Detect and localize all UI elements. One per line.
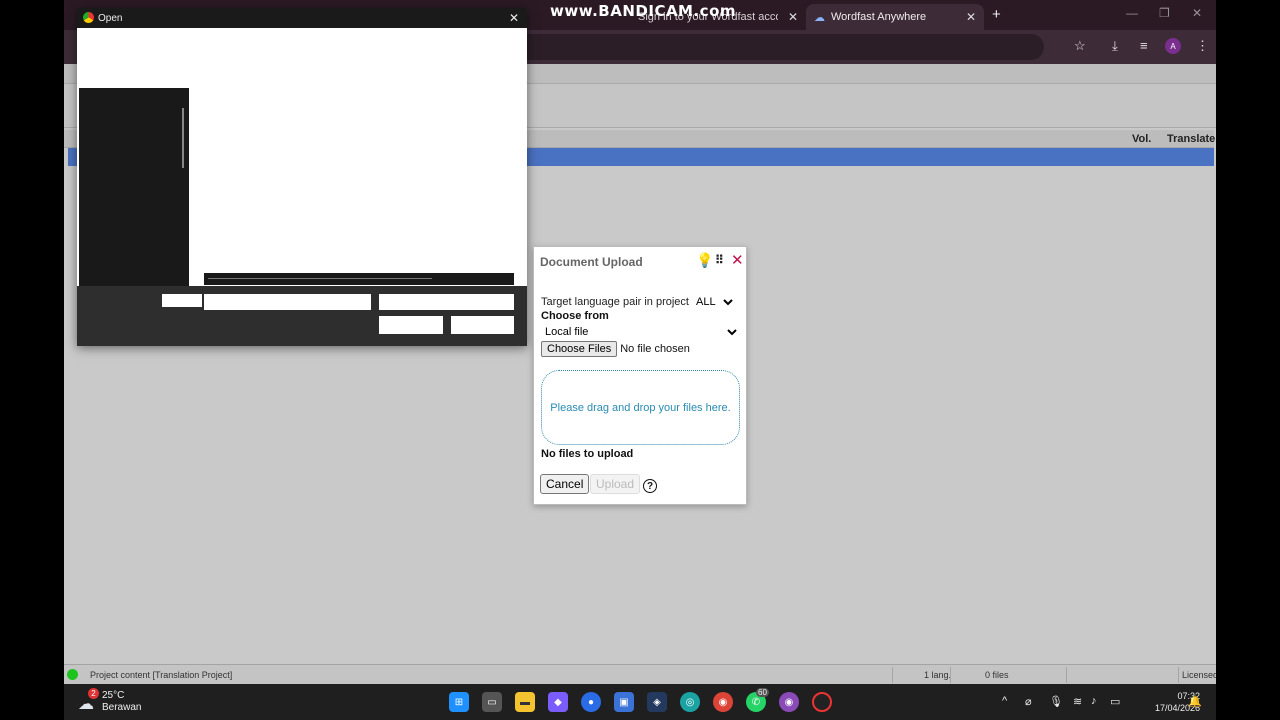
no-file-chosen-text: No file chosen [620, 343, 690, 355]
edge-icon[interactable]: ◎ [680, 692, 700, 712]
start-windows-icon[interactable]: ⊞ [449, 692, 469, 712]
dialog-title: Document Upload [540, 255, 643, 269]
status-files: 0 files [985, 670, 1009, 680]
help-icon[interactable]: ? [643, 479, 657, 493]
windows-taskbar: ☁ 2 25°C Berawan ⊞ ▭ ▬ ◆ ● ▣ ◈ ◎ ◉ ✆ 60 … [64, 684, 1216, 720]
status-project: Project content [Translation Project] [90, 670, 233, 680]
choose-from-label: Choose from [541, 310, 609, 322]
nav-scrollbar[interactable] [182, 108, 184, 168]
drop-zone[interactable]: Please drag and drop your files here. [541, 370, 740, 445]
target-language-row: Target language pair in project ALL [541, 295, 737, 309]
zoom-icon[interactable]: ● [581, 692, 601, 712]
microphone-icon[interactable]: 🎙 [1049, 695, 1063, 708]
tray-chevron-icon[interactable]: ^ [1002, 695, 1007, 707]
address-bar[interactable] [504, 34, 1044, 60]
drag-grip-icon[interactable]: ⠿ [715, 253, 724, 267]
download-icon[interactable]: ⤓ [1112, 38, 1118, 54]
status-langs: 1 lang. [924, 670, 952, 680]
cancel-button[interactable] [451, 316, 514, 334]
open-dialog-hscroll[interactable] [204, 273, 514, 285]
upload-button[interactable]: Upload [590, 474, 641, 494]
no-files-text: No files to upload [541, 448, 634, 460]
whatsapp-badge: 60 [756, 688, 769, 697]
column-translate[interactable]: Translate [1167, 133, 1215, 145]
close-icon[interactable]: ✕ [788, 10, 798, 24]
weather-widget[interactable]: 25°C Berawan [102, 690, 141, 714]
bookmark-star-icon[interactable]: ☆ [1074, 38, 1086, 54]
filename-input[interactable] [204, 294, 371, 310]
tray-app-icon[interactable]: ⌀ [1025, 695, 1032, 708]
menu-kebab-icon[interactable]: ⋮ [1196, 38, 1209, 54]
bandicam-watermark: www.BANDICAM.com [550, 2, 737, 20]
app-icon[interactable]: ◈ [647, 692, 667, 712]
close-icon[interactable]: ✕ [509, 11, 519, 25]
file-type-select[interactable] [379, 294, 514, 310]
bandicam-record-icon[interactable] [812, 692, 832, 712]
weather-temperature: 25°C [102, 690, 125, 701]
scroll-thumb[interactable] [208, 278, 432, 279]
target-language-select[interactable]: ALL [692, 295, 737, 309]
divider [1066, 667, 1067, 683]
divider [892, 667, 893, 683]
screen: st Sign in to your Wordfast account ✕ ☁ … [64, 0, 1216, 720]
tab-wordfast-anywhere[interactable]: ☁ Wordfast Anywhere ✕ [806, 4, 984, 30]
divider [950, 667, 951, 683]
tab-label: Wordfast Anywhere [831, 11, 927, 23]
cancel-button[interactable]: Cancel [540, 474, 590, 494]
status-license: Licensed [1182, 670, 1216, 680]
store-icon[interactable]: ▣ [614, 692, 634, 712]
new-tab-button[interactable]: + [992, 6, 1001, 23]
open-file-dialog: Open ✕ [77, 8, 527, 346]
document-upload-dialog: Document Upload 💡 ⠿ ✕ Target language pa… [533, 246, 747, 505]
copilot-icon[interactable]: ◆ [548, 692, 568, 712]
media-icon[interactable]: ≡ [1140, 38, 1148, 53]
lightbulb-icon[interactable]: 💡 [696, 252, 713, 269]
status-online-icon [67, 669, 78, 680]
close-icon[interactable]: ✕ [966, 10, 976, 24]
open-button[interactable] [379, 316, 443, 334]
open-dialog-footer [77, 286, 527, 346]
volume-icon[interactable]: ♪ [1091, 695, 1097, 707]
weather-condition: Berawan [102, 702, 142, 713]
profile-avatar[interactable]: A [1165, 38, 1181, 54]
battery-icon[interactable]: ▭ [1110, 695, 1120, 708]
wifi-icon[interactable]: ≋ [1073, 695, 1082, 708]
cloud-icon: ☁ [814, 11, 825, 24]
restore-icon[interactable]: ❐ [1159, 6, 1170, 20]
open-dialog-title: Open [98, 13, 123, 24]
close-window-icon[interactable]: ✕ [1192, 6, 1202, 20]
weather-badge: 2 [88, 688, 99, 699]
chrome-icon [83, 12, 94, 23]
source-select[interactable]: Local file [541, 325, 740, 339]
notification-bell-icon[interactable]: 🔔 [1188, 695, 1202, 708]
open-dialog-nav-pane[interactable] [79, 88, 189, 288]
task-view-icon[interactable]: ▭ [482, 692, 502, 712]
choose-files-button[interactable]: Choose Files [541, 341, 618, 357]
file-explorer-icon[interactable]: ▬ [515, 692, 535, 712]
close-icon[interactable]: ✕ [731, 251, 744, 269]
target-language-label: Target language pair in project [541, 296, 689, 308]
chrome-icon[interactable]: ◉ [713, 692, 733, 712]
file-picker: Choose Files No file chosen [541, 341, 690, 357]
column-vol[interactable]: Vol. [1132, 133, 1151, 145]
open-dialog-titlebar: Open ✕ [77, 8, 527, 28]
chrome-profile-icon[interactable]: ◉ [779, 692, 799, 712]
minimize-icon[interactable]: — [1126, 6, 1138, 20]
filename-label-box [162, 294, 202, 307]
status-bar: Project content [Translation Project] 1 … [64, 664, 1216, 684]
divider [1178, 667, 1179, 683]
drop-zone-text: Please drag and drop your files here. [550, 401, 731, 414]
